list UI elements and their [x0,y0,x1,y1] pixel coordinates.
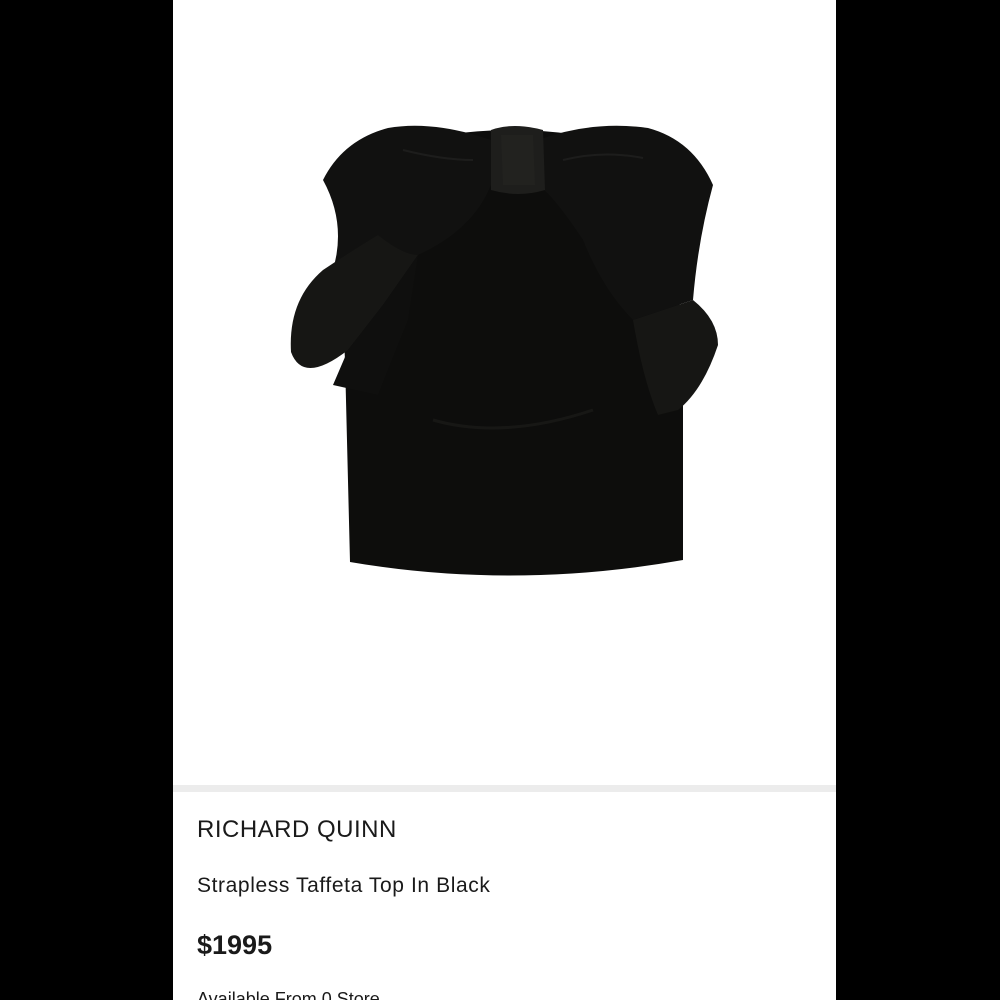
product-price: $1995 [197,930,273,960]
brand-name[interactable]: RICHARD QUINN [197,816,397,844]
product-image[interactable] [173,0,836,785]
garment-illustration [290,125,718,576]
availability-text[interactable]: Available From 0 Store [197,989,380,1000]
divider [173,785,836,792]
product-card[interactable]: RICHARD QUINN Strapless Taffeta Top In B… [173,0,836,1000]
product-title[interactable]: Strapless Taffeta Top In Black [197,874,491,898]
bow-knot-fold [501,135,535,185]
screen: RICHARD QUINN Strapless Taffeta Top In B… [0,0,1000,1000]
